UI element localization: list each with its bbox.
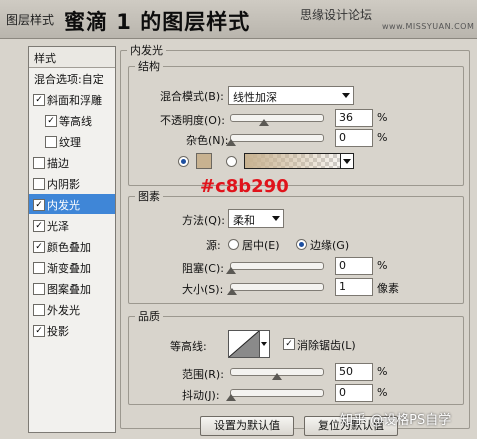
choke-slider-thumb[interactable] [226,267,236,274]
source-center-radio[interactable] [228,239,239,250]
styles-sidebar: 样式 混合选项:自定 ✓ 斜面和浮雕 ✓ 等高线 纹理 描边 内阴影 ✓ 内发光 ✓ 光泽 ✓ 颜色叠加… [28,46,116,433]
range-unit: % [377,365,388,378]
noise-slider-thumb[interactable] [226,139,236,146]
sidebar-checkbox[interactable]: ✓ [33,199,45,211]
layer-style-heading: 蜜滴 1 的图层样式 [64,10,251,34]
gradient-picker[interactable] [244,153,354,169]
noise-label: 杂色(N): [186,134,229,147]
sidebar-item[interactable]: 外发光 [29,299,115,319]
contour-dropdown[interactable] [259,330,270,358]
watermark-text: 思缘设计论坛 [300,8,373,22]
sidebar-checkbox[interactable] [45,136,57,148]
color-annotation: #c8b290 [200,176,289,197]
sidebar-item[interactable]: ✓ 等高线 [29,110,115,130]
sidebar-item-label: 投影 [47,325,69,338]
antialias-label: 消除锯齿(L) [297,339,356,352]
sidebar-checkbox[interactable]: ✓ [33,220,45,232]
size-input[interactable]: 1 [335,278,373,296]
sidebar-item[interactable]: ✓ 内发光 [29,194,115,214]
sidebar-item[interactable]: ✓ 斜面和浮雕 [29,89,115,109]
sidebar-item-label: 内阴影 [47,178,80,191]
contour-curve-icon [229,331,259,357]
footer-watermark: 知乎 @设格PS自学 [340,413,452,428]
sidebar-checkbox[interactable] [33,304,45,316]
sidebar-item-label: 内发光 [47,199,80,212]
sidebar-item[interactable]: 内阴影 [29,173,115,193]
sidebar-item-label: 颜色叠加 [47,241,91,254]
sidebar-item[interactable]: 描边 [29,152,115,172]
sidebar-item[interactable]: 纹理 [29,131,115,151]
blend-options-item[interactable]: 混合选项:自定 [29,68,115,88]
opacity-label: 不透明度(O): [160,114,225,127]
chevron-down-icon [342,93,350,98]
sidebar-checkbox[interactable] [33,178,45,190]
glow-color-swatch[interactable] [196,153,212,169]
chevron-down-icon [272,216,280,221]
blend-mode-select[interactable]: 线性加深 [228,86,354,105]
size-label: 大小(S): [182,283,224,296]
sidebar-item[interactable]: ✓ 光泽 [29,215,115,235]
chevron-down-icon[interactable] [340,154,353,168]
jitter-input[interactable]: 0 [335,384,373,402]
sidebar-item-label: 斜面和浮雕 [47,94,102,107]
set-default-button[interactable]: 设置为默认值 [200,416,294,436]
sidebar-item-label: 图案叠加 [47,283,91,296]
range-slider-thumb[interactable] [272,373,282,380]
noise-slider[interactable] [226,134,324,146]
choke-input[interactable]: 0 [335,257,373,275]
sidebar-item-label: 光泽 [47,220,69,233]
sidebar-checkbox[interactable]: ✓ [33,325,45,337]
sidebar-checkbox[interactable] [33,262,45,274]
styles-header[interactable]: 样式 [29,47,115,68]
size-slider-thumb[interactable] [227,288,237,295]
sidebar-item-label: 渐变叠加 [47,262,91,275]
size-unit: 像素 [377,282,399,295]
sidebar-checkbox[interactable]: ✓ [33,241,45,253]
solid-color-radio[interactable] [178,156,189,167]
contour-picker[interactable] [228,330,260,358]
sidebar-item[interactable]: ✓ 投影 [29,320,115,340]
jitter-unit: % [377,386,388,399]
jitter-slider-thumb[interactable] [226,394,236,401]
sidebar-checkbox[interactable]: ✓ [45,115,57,127]
inner-glow-panel: 内发光 结构 混合模式(B): 线性加深 不透明度(O): 36 % 杂色(N)… [120,42,470,436]
source-edge-radio[interactable] [296,239,307,250]
method-select[interactable]: 柔和 [228,209,284,228]
sidebar-item[interactable]: 图案叠加 [29,278,115,298]
choke-slider[interactable] [226,262,324,274]
size-slider[interactable] [227,283,324,295]
source-label: 源: [206,239,221,252]
watermark-url: www.MISSYUAN.COM [382,22,475,31]
opacity-unit: % [377,111,388,124]
noise-input[interactable]: 0 [335,129,373,147]
jitter-slider[interactable] [226,389,324,401]
sidebar-item[interactable]: 渐变叠加 [29,257,115,277]
dialog-title: 图层样式 [6,13,55,27]
sidebar-item-label: 等高线 [59,115,92,128]
choke-unit: % [377,259,388,272]
jitter-label: 抖动(J): [182,389,220,402]
sidebar-checkbox[interactable]: ✓ [33,94,45,106]
opacity-slider-thumb[interactable] [259,119,270,126]
opacity-slider[interactable] [230,114,324,126]
sidebar-checkbox[interactable] [33,283,45,295]
blend-mode-label: 混合模式(B): [160,90,224,103]
sidebar-item-label: 描边 [47,157,69,170]
noise-unit: % [377,131,388,144]
source-edge-label: 边缘(G) [310,239,350,252]
source-center-label: 居中(E) [242,239,280,252]
range-input[interactable]: 50 [335,363,373,381]
range-label: 范围(R): [182,368,224,381]
choke-label: 阻塞(C): [182,262,224,275]
gradient-radio[interactable] [226,156,237,167]
sidebar-item-label: 外发光 [47,304,80,317]
sidebar-checkbox[interactable] [33,157,45,169]
antialias-checkbox[interactable]: ✓ [283,338,295,350]
range-slider[interactable] [230,368,324,380]
method-label: 方法(Q): [182,214,225,227]
opacity-input[interactable]: 36 [335,109,373,127]
sidebar-item[interactable]: ✓ 颜色叠加 [29,236,115,256]
contour-label: 等高线: [170,340,207,353]
sidebar-item-label: 纹理 [59,136,81,149]
